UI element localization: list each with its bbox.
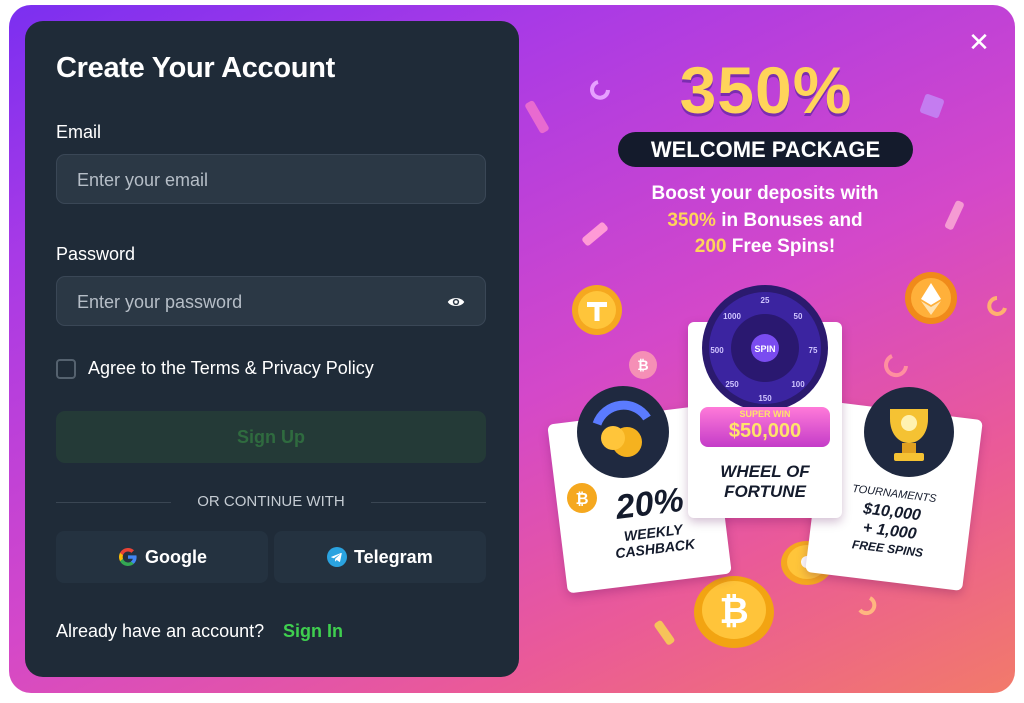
welcome-package-badge: WELCOME PACKAGE bbox=[618, 132, 913, 167]
bitcoin-coin-icon: ₿ bbox=[629, 351, 657, 379]
super-win-banner: SUPER WIN $50,000 bbox=[700, 407, 830, 447]
fortune-wheel-icon: SPIN 25 50 75 100 150 250 500 1000 bbox=[702, 285, 828, 411]
google-icon bbox=[119, 548, 137, 566]
bitcoin-coin-large-icon: ₿ bbox=[694, 576, 774, 648]
email-field[interactable]: Enter your email bbox=[56, 154, 486, 204]
super-win-amount: $50,000 bbox=[728, 420, 802, 442]
svg-text:150: 150 bbox=[758, 394, 772, 403]
form-title: Create Your Account bbox=[56, 52, 335, 84]
cashback-coins-icon bbox=[577, 386, 669, 478]
ethereum-coin-icon bbox=[905, 272, 957, 324]
welcome-package-label: WELCOME PACKAGE bbox=[650, 137, 881, 162]
telegram-button[interactable]: Telegram bbox=[274, 531, 486, 583]
svg-text:500: 500 bbox=[710, 346, 724, 355]
svg-text:₿: ₿ bbox=[575, 490, 588, 508]
bitcoin-small-icon: ₿ bbox=[567, 483, 597, 513]
google-button[interactable]: Google bbox=[56, 531, 268, 583]
svg-text:50: 50 bbox=[794, 312, 803, 321]
eye-icon[interactable] bbox=[447, 293, 465, 311]
password-label: Password bbox=[56, 244, 136, 264]
promo-desc-spins-count: 200 bbox=[694, 236, 727, 257]
promo-headline: 350% bbox=[679, 53, 853, 127]
svg-text:₿: ₿ bbox=[719, 590, 748, 631]
signup-button-label: Sign Up bbox=[237, 427, 305, 447]
signin-link[interactable]: Sign In bbox=[283, 621, 343, 642]
telegram-icon bbox=[327, 547, 347, 567]
svg-text:SPIN: SPIN bbox=[754, 344, 775, 354]
wheel-title-1: WHEEL OF bbox=[720, 462, 810, 481]
password-placeholder: Enter your password bbox=[77, 292, 243, 312]
telegram-label: Telegram bbox=[354, 547, 433, 567]
wheel-title-2: FORTUNE bbox=[724, 482, 806, 501]
svg-text:250: 250 bbox=[725, 380, 739, 389]
trophy-icon bbox=[864, 387, 954, 477]
google-label: Google bbox=[145, 547, 207, 567]
terms-label[interactable]: Agree to the Terms & Privacy Policy bbox=[88, 358, 374, 379]
promo-desc-line-1: Boost your deposits with bbox=[651, 183, 879, 204]
svg-text:100: 100 bbox=[791, 380, 805, 389]
promo-desc-line-2: 350% in Bonuses and bbox=[600, 210, 930, 232]
super-win-label: SUPER WIN bbox=[739, 409, 791, 419]
email-label: Email bbox=[56, 122, 102, 142]
signup-button[interactable]: Sign Up bbox=[56, 411, 486, 463]
svg-text:1000: 1000 bbox=[723, 312, 741, 321]
promo-desc-line-3: 200 Free Spins! bbox=[600, 236, 930, 258]
already-account-text: Already have an account? bbox=[56, 621, 265, 641]
svg-text:₿: ₿ bbox=[637, 357, 648, 373]
tether-coin-icon bbox=[572, 285, 622, 335]
email-placeholder: Enter your email bbox=[77, 170, 209, 190]
svg-text:75: 75 bbox=[809, 346, 818, 355]
promo-desc-percent: 350% bbox=[667, 210, 716, 231]
password-field[interactable]: Enter your password bbox=[56, 276, 486, 326]
promo-desc-bonuses: in Bonuses and bbox=[715, 210, 863, 231]
close-icon[interactable]: ✕ bbox=[967, 30, 991, 56]
svg-text:25: 25 bbox=[761, 296, 770, 305]
divider-right bbox=[371, 502, 486, 503]
promo-desc-free-spins: Free Spins! bbox=[726, 236, 836, 257]
terms-checkbox[interactable] bbox=[56, 359, 76, 379]
